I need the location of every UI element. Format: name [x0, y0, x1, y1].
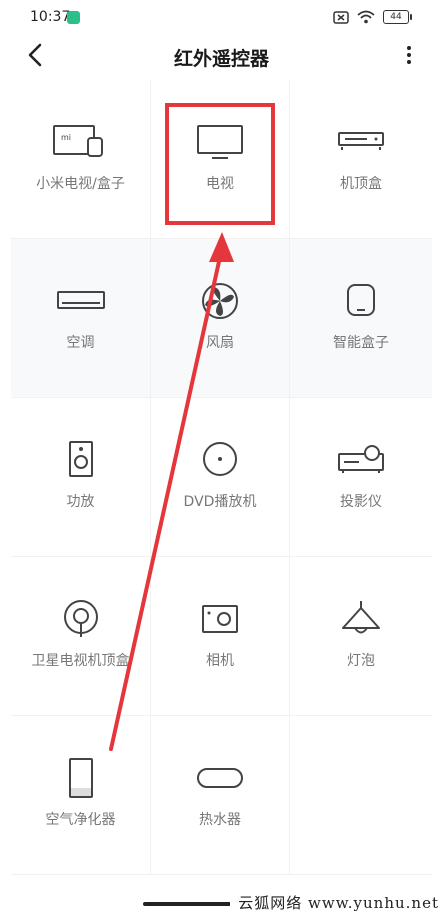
annotation-arrow — [109, 232, 234, 751]
watermark: 云狐网络 www.yunhu.net — [230, 886, 443, 920]
